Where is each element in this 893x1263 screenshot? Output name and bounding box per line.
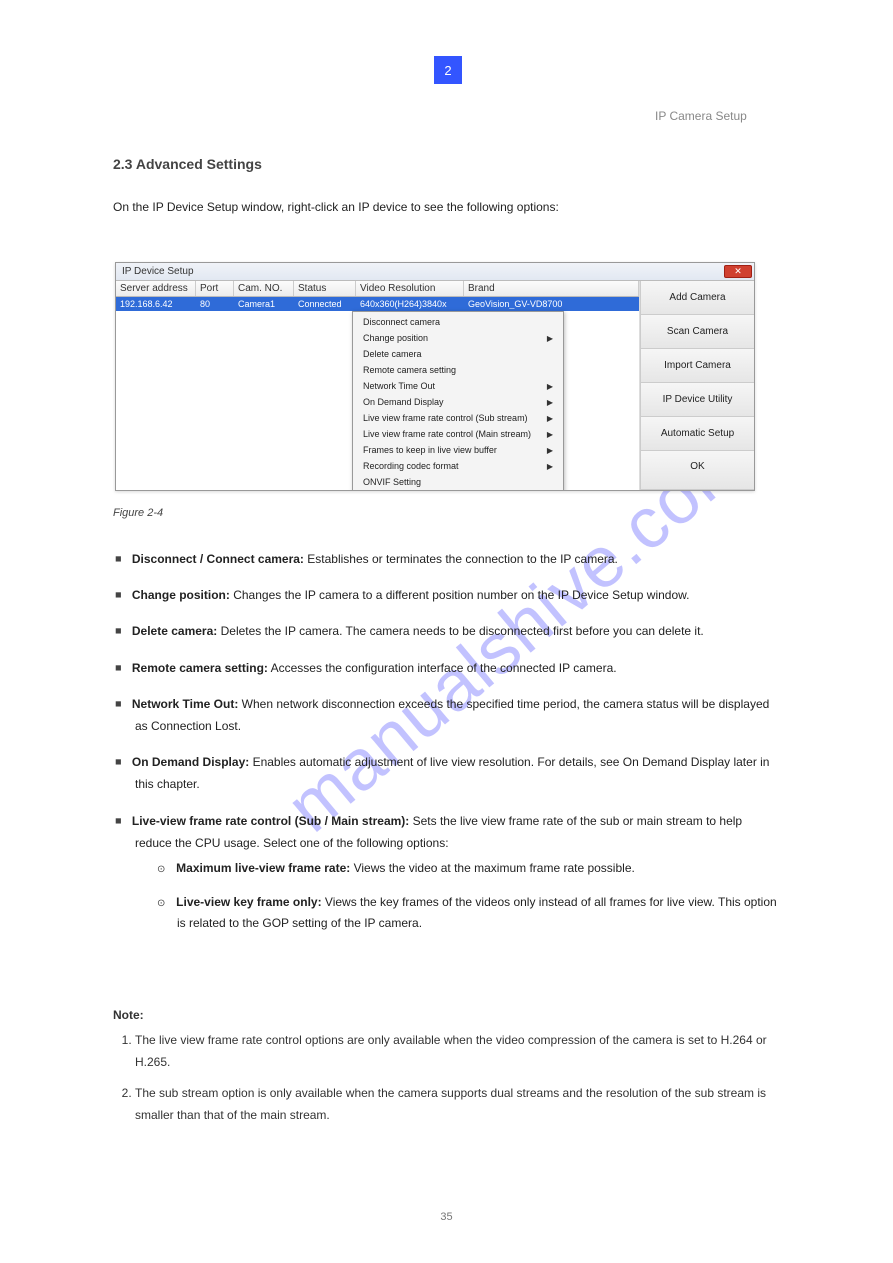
- menu-item-label: Remote camera setting: [363, 365, 456, 375]
- list-item: Remote camera setting: Accesses the conf…: [113, 657, 778, 679]
- device-list-pane: Server address Port Cam. NO. Status Vide…: [116, 281, 640, 490]
- page-number: 35: [440, 1211, 452, 1223]
- menu-item-label: On Demand Display: [363, 397, 444, 407]
- bullet-head: Change position:: [132, 588, 230, 602]
- bullet-head: Delete camera:: [132, 624, 217, 638]
- notes-body: The live view frame rate control options…: [113, 1030, 778, 1136]
- bullet-head: Remote camera setting:: [132, 661, 268, 675]
- ip-device-setup-dialog: IP Device Setup ✕ Server address Port Ca…: [115, 262, 755, 491]
- menu-item[interactable]: Delete camera: [353, 346, 563, 362]
- list-item: Disconnect / Connect camera: Establishes…: [113, 548, 778, 570]
- dialog-button-column: Add CameraScan CameraImport CameraIP Dev…: [640, 281, 754, 490]
- menu-item[interactable]: Change position ▶: [353, 330, 563, 346]
- chevron-right-icon: ▶: [547, 462, 553, 471]
- bullet-body: Changes the IP camera to a different pos…: [230, 588, 690, 602]
- list-item: Network Time Out: When network disconnec…: [113, 693, 778, 737]
- ok-button[interactable]: OK: [641, 451, 754, 490]
- context-menu: Disconnect camera Change position ▶ Delete …: [352, 311, 564, 490]
- col-cam-no[interactable]: Cam. NO.: [234, 281, 294, 296]
- note-item: The sub stream option is only available …: [135, 1083, 778, 1126]
- bullet-head: Disconnect / Connect camera:: [132, 552, 304, 566]
- col-port[interactable]: Port: [196, 281, 234, 296]
- menu-item-label: Network Time Out: [363, 381, 435, 391]
- cell-vres: 640x360(H264)3840x: [356, 299, 464, 309]
- sub-head: Maximum live-view frame rate:: [176, 861, 350, 875]
- col-video-res[interactable]: Video Resolution: [356, 281, 464, 296]
- chapter-label: IP Camera Setup: [655, 109, 747, 123]
- ip-device-utility-button[interactable]: IP Device Utility: [641, 383, 754, 417]
- dialog-title: IP Device Setup: [122, 266, 194, 277]
- cell-brand: GeoVision_GV-VD8700: [464, 299, 639, 309]
- list-item: Change position: Changes the IP camera t…: [113, 584, 778, 606]
- list-item: On Demand Display: Enables automatic adj…: [113, 751, 778, 795]
- menu-item-label: ONVIF Setting: [363, 477, 421, 487]
- chevron-right-icon: ▶: [547, 398, 553, 407]
- notes-heading: Note:: [113, 1008, 144, 1022]
- cell-camno: Camera1: [234, 299, 294, 309]
- intro-line: On the IP Device Setup window, right-cli…: [113, 200, 559, 214]
- cell-address: 192.168.6.42: [116, 299, 196, 309]
- menu-item-label: Delete camera: [363, 349, 422, 359]
- bullet-head: On Demand Display:: [132, 755, 249, 769]
- add-camera-button[interactable]: Add Camera: [641, 281, 754, 315]
- chapter-number: 2: [444, 63, 451, 78]
- dialog-body: Server address Port Cam. NO. Status Vide…: [116, 281, 754, 490]
- chevron-right-icon: ▶: [547, 334, 553, 343]
- menu-item[interactable]: Live view frame rate control (Sub stream…: [353, 410, 563, 426]
- column-headers: Server address Port Cam. NO. Status Vide…: [116, 281, 639, 297]
- menu-item-label: Live view frame rate control (Sub stream…: [363, 413, 528, 423]
- sub-list-item: Maximum live-view frame rate: Views the …: [155, 858, 778, 878]
- close-button[interactable]: ✕: [724, 265, 752, 278]
- bullet-head: Live-view frame rate control (Sub / Main…: [132, 814, 409, 828]
- menu-item[interactable]: On Demand Display ▶: [353, 394, 563, 410]
- chapter-heading: 2.3 Advanced Settings: [113, 156, 262, 172]
- menu-item-label: Disconnect camera: [363, 317, 440, 327]
- menu-item[interactable]: Disconnect camera: [353, 314, 563, 330]
- col-status[interactable]: Status: [294, 281, 356, 296]
- cell-port: 80: [196, 299, 234, 309]
- dialog-titlebar: IP Device Setup ✕: [116, 263, 754, 281]
- menu-item[interactable]: Network Time Out ▶: [353, 378, 563, 394]
- menu-item-label: Change position: [363, 333, 428, 343]
- chevron-right-icon: ▶: [547, 430, 553, 439]
- list-item: Delete camera: Deletes the IP camera. Th…: [113, 620, 778, 642]
- automatic-setup-button[interactable]: Automatic Setup: [641, 417, 754, 451]
- import-camera-button[interactable]: Import Camera: [641, 349, 754, 383]
- chevron-right-icon: ▶: [547, 446, 553, 455]
- bullet-body: Accesses the configuration interface of …: [268, 661, 617, 675]
- chevron-right-icon: ▶: [547, 414, 553, 423]
- sub-list: Maximum live-view frame rate: Views the …: [155, 858, 778, 933]
- bullet-body: Deletes the IP camera. The camera needs …: [217, 624, 704, 638]
- sub-body: Views the video at the maximum frame rat…: [350, 861, 635, 875]
- bullet-head: Network Time Out:: [132, 697, 238, 711]
- col-server-address[interactable]: Server address: [116, 281, 196, 296]
- menu-item-label: Recording codec format: [363, 461, 459, 471]
- chapter-box: 2: [434, 56, 462, 84]
- figure-caption: Figure 2-4: [113, 507, 163, 519]
- chevron-right-icon: ▶: [547, 382, 553, 391]
- cell-status: Connected: [294, 299, 356, 309]
- list-item: Live-view frame rate control (Sub / Main…: [113, 810, 778, 934]
- bullet-body: Establishes or terminates the connection…: [304, 552, 618, 566]
- col-brand[interactable]: Brand: [464, 281, 639, 296]
- close-icon: ✕: [734, 266, 742, 277]
- menu-item-label: Frames to keep in live view buffer: [363, 445, 497, 455]
- menu-item[interactable]: Frames to keep in live view buffer ▶: [353, 442, 563, 458]
- bullet-list: Disconnect / Connect camera: Establishes…: [113, 548, 778, 947]
- menu-item[interactable]: Recording codec format ▶: [353, 458, 563, 474]
- note-item: The live view frame rate control options…: [135, 1030, 778, 1073]
- sub-head: Live-view key frame only:: [176, 895, 321, 909]
- menu-item-label: Live view frame rate control (Main strea…: [363, 429, 531, 439]
- menu-item[interactable]: Live view frame rate control (Main strea…: [353, 426, 563, 442]
- sub-list-item: Live-view key frame only: Views the key …: [155, 892, 778, 933]
- menu-item[interactable]: ONVIF Setting: [353, 474, 563, 490]
- menu-item[interactable]: Remote camera setting: [353, 362, 563, 378]
- scan-camera-button[interactable]: Scan Camera: [641, 315, 754, 349]
- table-row[interactable]: 192.168.6.42 80 Camera1 Connected 640x36…: [116, 297, 639, 311]
